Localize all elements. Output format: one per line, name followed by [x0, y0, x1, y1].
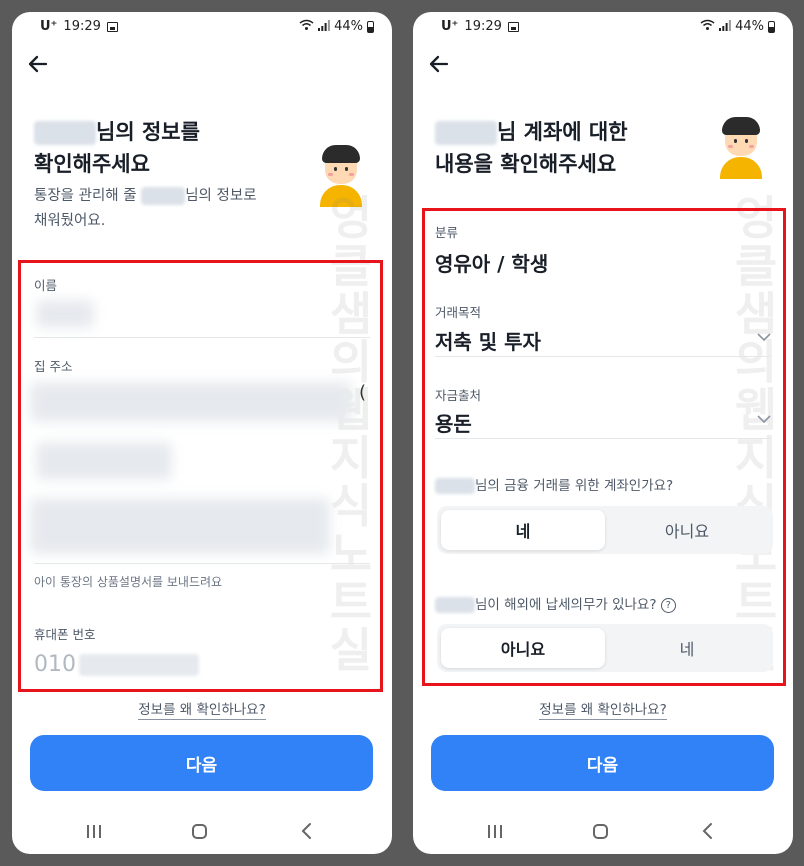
next-button[interactable]: 다음	[431, 735, 774, 791]
why-verify-link[interactable]: 정보를 왜 확인하나요?	[12, 698, 392, 720]
purpose-select[interactable]: 저축 및 투자	[435, 326, 541, 355]
phone-screen-left: U⁺ 19:29 44% 님의 정보를 확인해주세요 통장을 관리해 줄 님의 …	[12, 12, 392, 854]
phone-number-field[interactable]: 010	[34, 652, 199, 677]
highlight-box	[422, 208, 786, 686]
phone-prefix: 010	[34, 652, 76, 677]
battery-icon	[768, 20, 775, 33]
image-icon	[507, 21, 519, 32]
category-value: 영유아 / 학생	[435, 252, 549, 276]
recents-icon[interactable]	[87, 825, 103, 838]
purpose-label: 거래목적	[435, 305, 482, 320]
question-own-account: 님의 금융 거래를 위한 계좌인가요?	[435, 474, 673, 494]
wifi-icon	[700, 19, 715, 34]
address-hint: 아이 통장의 상품설명서를 보내드려요	[34, 575, 223, 589]
name-value-redacted[interactable]	[36, 300, 94, 328]
watermark: 엉클샘의웹지식노트실	[734, 191, 778, 674]
clock: 19:29	[464, 19, 502, 34]
page-subtitle: 통장을 관리해 줄 님의 정보로 채워뒀어요.	[34, 187, 257, 229]
battery-percent: 44%	[735, 19, 764, 34]
android-nav-bar	[12, 820, 392, 844]
address-value-redacted[interactable]	[30, 382, 352, 422]
battery-percent: 44%	[334, 19, 363, 34]
option-yes[interactable]: 네	[605, 628, 769, 668]
android-nav-bar	[413, 820, 793, 844]
divider	[34, 337, 370, 338]
source-label: 자금출처	[435, 388, 482, 403]
redacted-phone	[79, 654, 199, 676]
signal-icon	[318, 19, 330, 34]
redacted-name	[141, 187, 186, 205]
foreign-tax-toggle: 아니요 네	[437, 624, 773, 672]
question-circle-icon[interactable]: ?	[660, 597, 676, 613]
chevron-down-icon[interactable]	[757, 412, 771, 428]
image-icon	[106, 21, 118, 32]
page-title: 님의 정보를 확인해주세요	[34, 120, 200, 176]
arrow-left-icon[interactable]	[427, 52, 457, 80]
redacted-name	[435, 121, 497, 145]
next-button[interactable]: 다음	[30, 735, 373, 791]
status-bar: U⁺ 19:29 44%	[12, 12, 392, 44]
watermark: 엉클샘의웹지식노트실	[329, 191, 373, 677]
nav-back-icon[interactable]	[701, 821, 715, 845]
address-label: 집 주소	[34, 359, 73, 374]
nav-back-icon[interactable]	[300, 821, 314, 845]
why-verify-link[interactable]: 정보를 왜 확인하나요?	[413, 698, 793, 720]
carrier-label: U⁺	[441, 19, 459, 34]
option-no[interactable]: 아니요	[605, 510, 769, 550]
divider	[435, 356, 771, 357]
clock: 19:29	[63, 19, 101, 34]
option-no[interactable]: 아니요	[441, 628, 605, 668]
child-avatar	[316, 145, 366, 207]
chevron-down-icon[interactable]	[757, 330, 771, 346]
battery-icon	[367, 20, 374, 33]
phone-screen-right: U⁺ 19:29 44% 님 계좌에 대한 내용을 확인해주세요 엉클샘의웹지식…	[413, 12, 793, 854]
redacted-name	[435, 478, 475, 494]
name-label: 이름	[34, 278, 58, 293]
signal-icon	[719, 19, 731, 34]
address-detail-redacted[interactable]	[36, 442, 172, 480]
category-label: 분류	[435, 225, 459, 240]
redacted-name	[34, 121, 96, 145]
phone-label: 휴대폰 번호	[34, 627, 96, 642]
carrier-label: U⁺	[40, 19, 58, 34]
option-yes[interactable]: 네	[441, 510, 605, 550]
wifi-icon	[299, 19, 314, 34]
status-bar: U⁺ 19:29 44%	[413, 12, 793, 44]
recents-icon[interactable]	[488, 825, 504, 838]
page-title: 님 계좌에 대한 내용을 확인해주세요	[435, 120, 628, 176]
own-account-toggle: 네 아니요	[437, 506, 773, 554]
redacted-name	[435, 597, 475, 613]
address-extra-redacted[interactable]	[30, 498, 330, 554]
divider	[435, 438, 771, 439]
home-icon[interactable]	[593, 824, 608, 839]
question-foreign-tax: 님이 해외에 납세의무가 있나요? ?	[435, 593, 676, 613]
divider	[34, 563, 370, 564]
child-avatar	[716, 117, 766, 179]
address-partial-text: (	[359, 382, 367, 403]
home-icon[interactable]	[192, 824, 207, 839]
arrow-left-icon[interactable]	[26, 52, 56, 80]
source-select[interactable]: 용돈	[435, 408, 472, 437]
